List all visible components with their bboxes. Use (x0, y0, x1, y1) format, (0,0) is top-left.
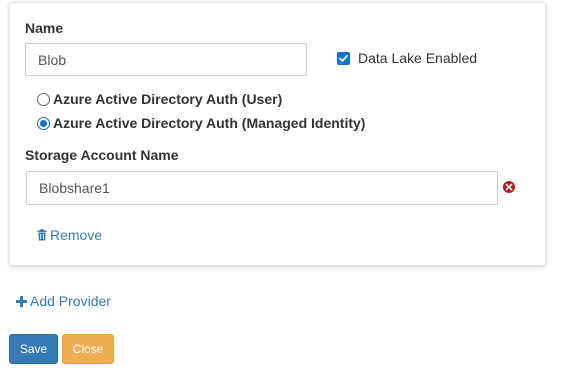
add-provider-label: Add Provider (30, 293, 111, 309)
times-circle-icon[interactable] (503, 181, 515, 193)
name-input[interactable] (25, 43, 307, 76)
plus-icon (16, 295, 27, 307)
name-label: Name (25, 20, 64, 36)
data-lake-checkbox[interactable] (337, 51, 350, 65)
auth-user-label: Azure Active Directory Auth (User) (53, 91, 283, 107)
data-lake-label: Data Lake Enabled (358, 50, 478, 66)
trash-icon (37, 229, 47, 241)
remove-label: Remove (50, 227, 103, 243)
add-provider-link[interactable]: Add Provider (16, 293, 111, 309)
auth-managed-identity-label: Azure Active Directory Auth (Managed Ide… (53, 115, 366, 131)
auth-option-user[interactable]: Azure Active Directory Auth (User) (37, 91, 282, 107)
storage-account-label: Storage Account Name (25, 147, 179, 163)
auth-option-managed-identity[interactable]: Azure Active Directory Auth (Managed Ide… (37, 115, 365, 131)
auth-user-radio[interactable] (37, 92, 50, 106)
close-button[interactable]: Close (62, 334, 114, 364)
storage-account-input[interactable] (26, 171, 498, 205)
auth-managed-identity-radio[interactable] (37, 116, 50, 130)
save-button[interactable]: Save (9, 334, 58, 364)
remove-provider-link[interactable]: Remove (37, 227, 102, 243)
check-icon (339, 54, 348, 62)
data-lake-checkbox-row[interactable]: Data Lake Enabled (337, 50, 477, 66)
